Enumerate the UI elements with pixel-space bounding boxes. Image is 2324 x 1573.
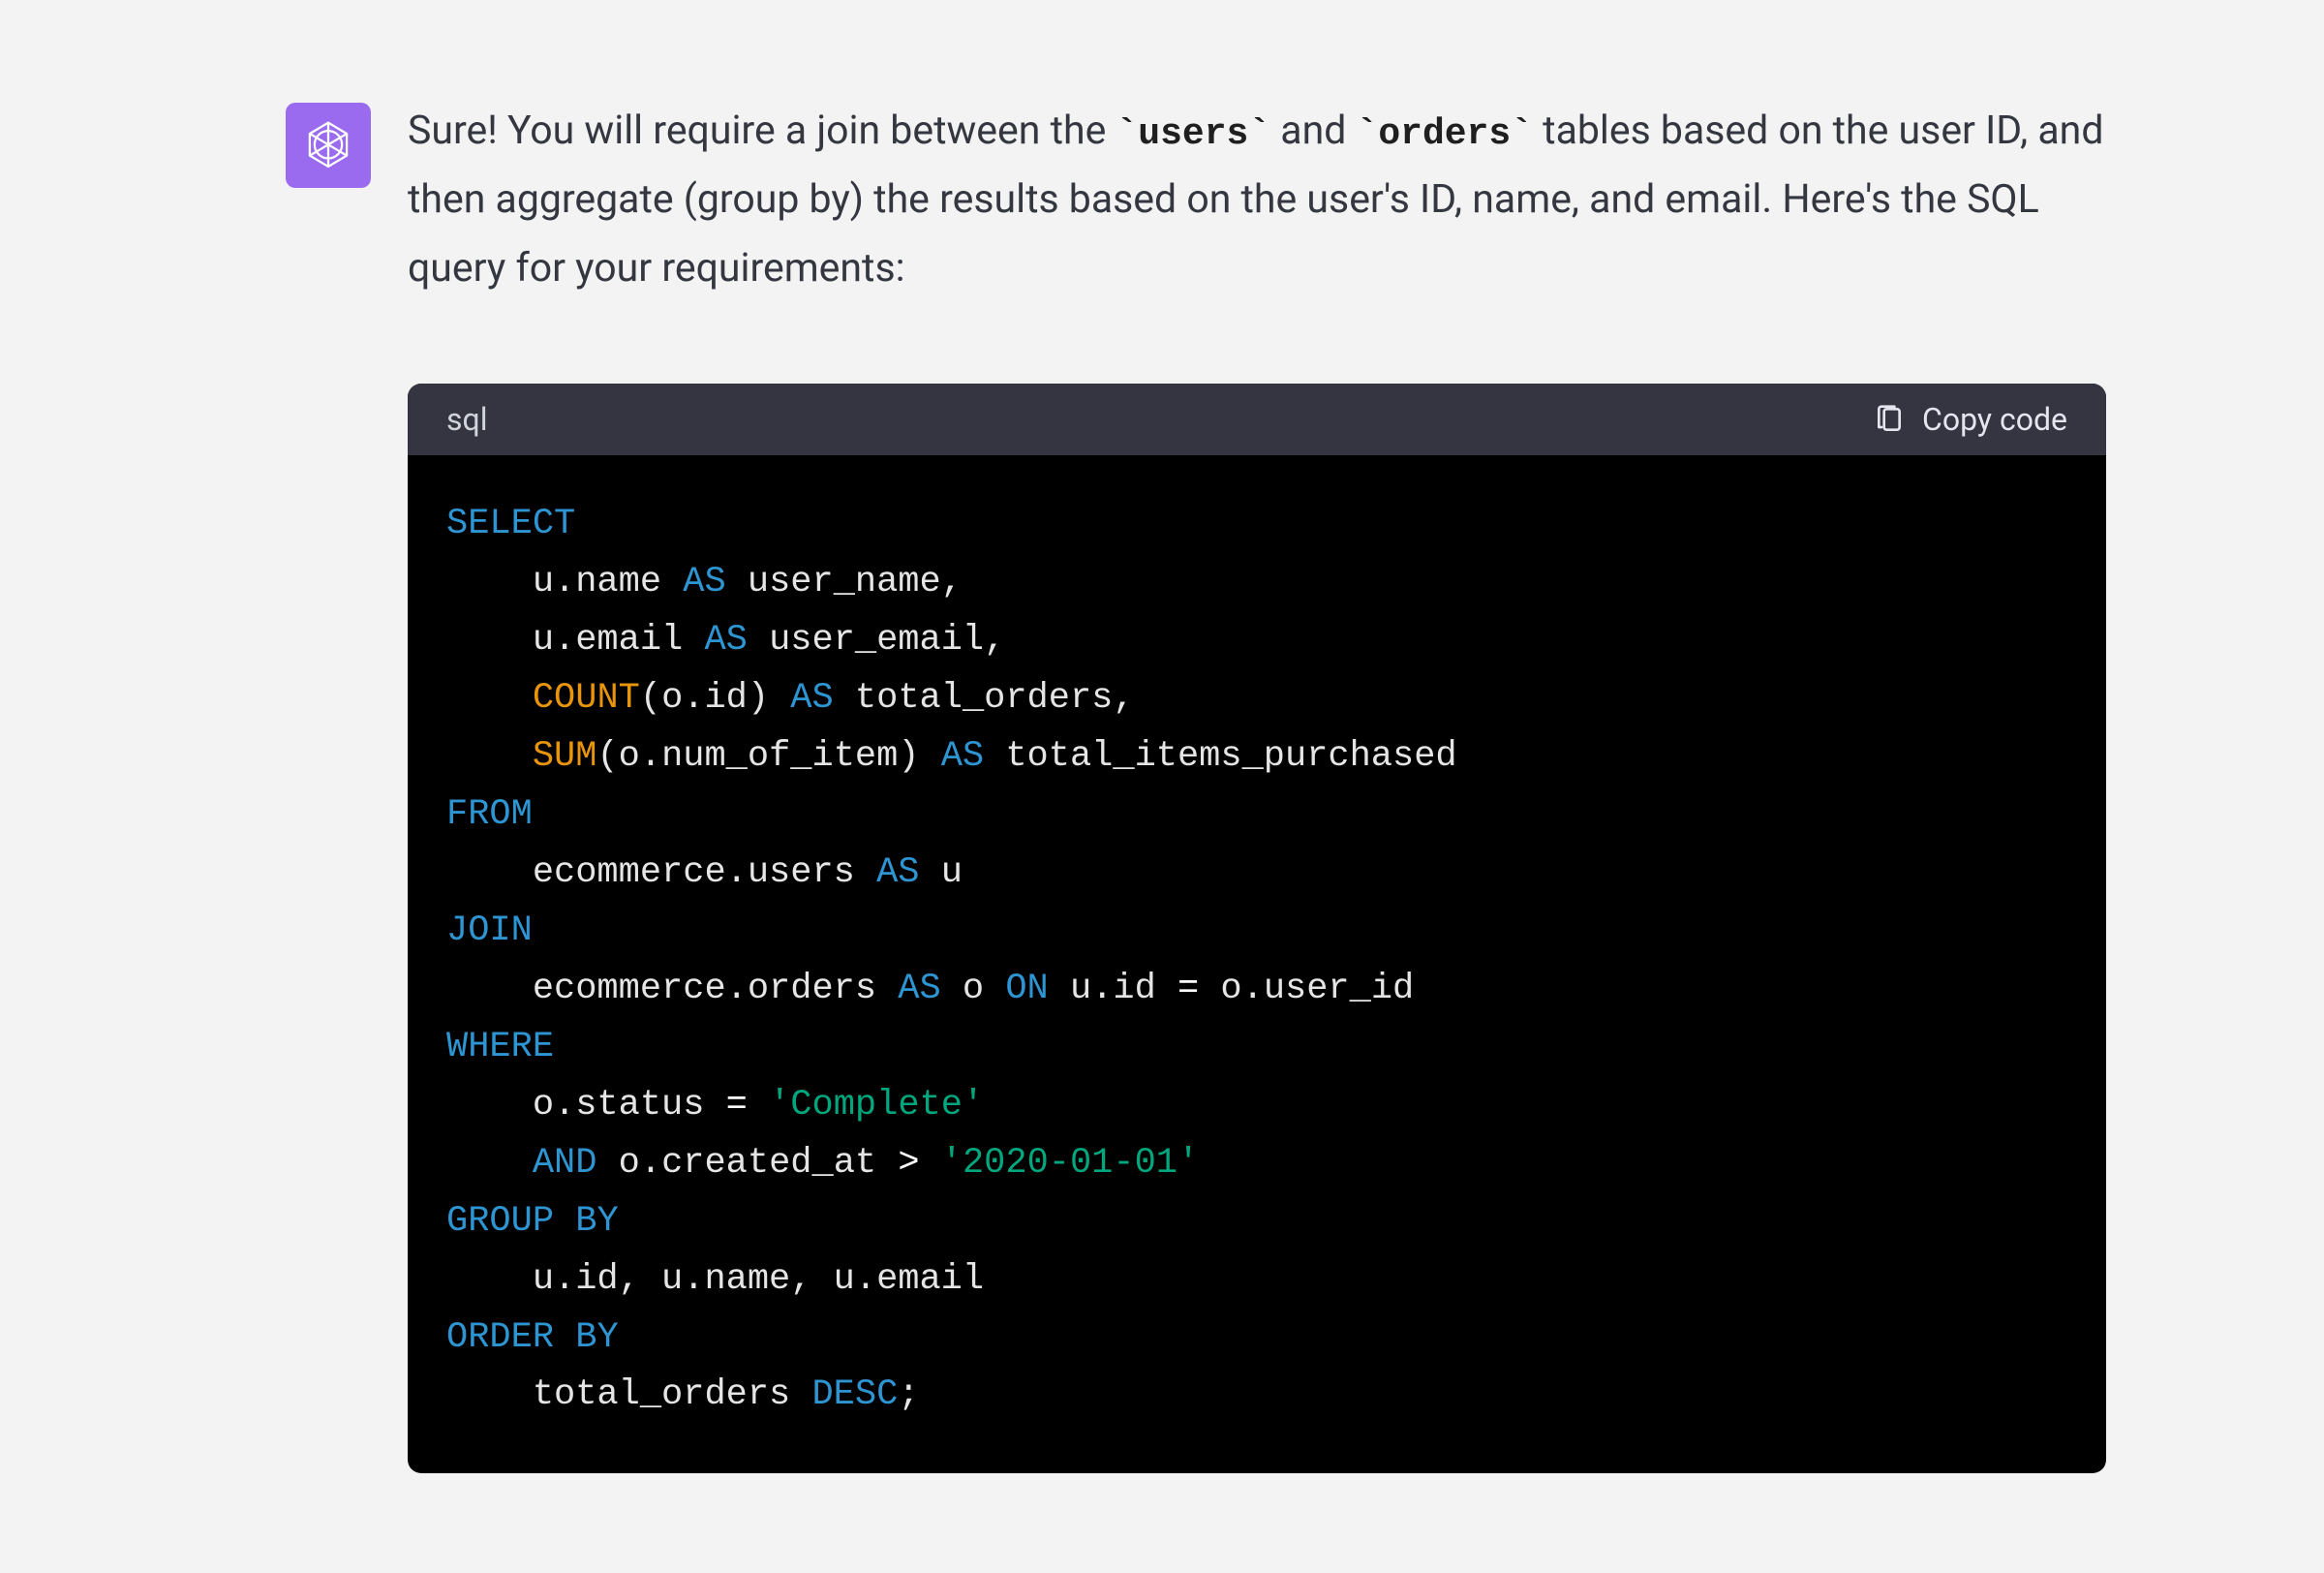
code-token: AS bbox=[790, 678, 833, 719]
code-token: (o.id) bbox=[640, 678, 790, 719]
message-text: and bbox=[1270, 108, 1356, 154]
code-token: = bbox=[1177, 969, 1199, 1009]
code-token: AS bbox=[876, 852, 919, 893]
code-token: user_name, bbox=[726, 562, 963, 602]
code-token bbox=[920, 1143, 941, 1184]
code-token: total_orders bbox=[446, 1374, 811, 1415]
assistant-avatar bbox=[286, 103, 371, 188]
code-token: ecommerce.users bbox=[446, 852, 876, 893]
code-token: '2020-01-01' bbox=[941, 1143, 1199, 1184]
code-token: AS bbox=[683, 562, 725, 602]
code-token: AS bbox=[704, 620, 747, 661]
code-token: SUM bbox=[533, 736, 597, 777]
code-token: WHERE bbox=[446, 1027, 554, 1067]
code-token: ON bbox=[1005, 969, 1048, 1009]
copy-code-label: Copy code bbox=[1922, 401, 2067, 438]
code-token bbox=[554, 1201, 575, 1242]
code-token: user_email, bbox=[748, 620, 1005, 661]
assistant-message-row: Sure! You will require a join between th… bbox=[286, 97, 2106, 1512]
code-token bbox=[446, 678, 533, 719]
code-token: ORDER bbox=[446, 1317, 554, 1358]
code-token: u.id, u.name, u.email bbox=[446, 1259, 984, 1300]
code-token: FROM bbox=[446, 794, 533, 835]
code-token bbox=[446, 1143, 533, 1184]
code-token: SELECT bbox=[446, 504, 575, 544]
code-token: AS bbox=[898, 969, 940, 1009]
code-token: GROUP bbox=[446, 1201, 554, 1242]
code-language-label: sql bbox=[446, 401, 487, 438]
code-token bbox=[446, 736, 533, 777]
code-token: AND bbox=[533, 1143, 597, 1184]
code-token: o.created_at bbox=[596, 1143, 898, 1184]
code-token: total_items_purchased bbox=[984, 736, 1456, 777]
code-token: COUNT bbox=[533, 678, 640, 719]
message-text: Sure! You will require a join between th… bbox=[408, 108, 1116, 154]
code-token: u.name bbox=[446, 562, 683, 602]
openai-logo-icon bbox=[300, 117, 356, 173]
copy-code-button[interactable]: Copy code bbox=[1874, 401, 2067, 438]
code-token: u bbox=[920, 852, 963, 893]
code-token: 'Complete' bbox=[769, 1085, 984, 1126]
code-token: total_orders, bbox=[834, 678, 1135, 719]
code-token: o.user_id bbox=[1199, 969, 1414, 1009]
code-token: u.email bbox=[446, 620, 704, 661]
code-token: ecommerce.orders bbox=[446, 969, 898, 1009]
code-token bbox=[554, 1317, 575, 1358]
inline-code-users: `users` bbox=[1116, 113, 1271, 155]
code-token: BY bbox=[575, 1317, 618, 1358]
code-token: = bbox=[726, 1085, 748, 1126]
assistant-message-content: Sure! You will require a join between th… bbox=[408, 97, 2106, 1512]
inline-code-orders: `orders` bbox=[1357, 113, 1533, 155]
code-token: > bbox=[898, 1143, 919, 1184]
code-block: sql Copy code SELECT u.name AS user_name… bbox=[408, 384, 2106, 1473]
code-token: (o.num_of_item) bbox=[596, 736, 940, 777]
code-token: AS bbox=[941, 736, 984, 777]
code-token bbox=[748, 1085, 769, 1126]
code-token: JOIN bbox=[446, 910, 533, 951]
clipboard-icon bbox=[1874, 404, 1905, 435]
code-block-header: sql Copy code bbox=[408, 384, 2106, 455]
code-token: ; bbox=[898, 1374, 919, 1415]
message-paragraph: Sure! You will require a join between th… bbox=[408, 97, 2106, 302]
code-token: u.id bbox=[1049, 969, 1177, 1009]
code-token: DESC bbox=[811, 1374, 898, 1415]
code-content: SELECT u.name AS user_name, u.email AS u… bbox=[408, 455, 2106, 1473]
code-token: BY bbox=[575, 1201, 618, 1242]
code-token: o bbox=[941, 969, 1006, 1009]
code-token: o.status bbox=[446, 1085, 726, 1126]
